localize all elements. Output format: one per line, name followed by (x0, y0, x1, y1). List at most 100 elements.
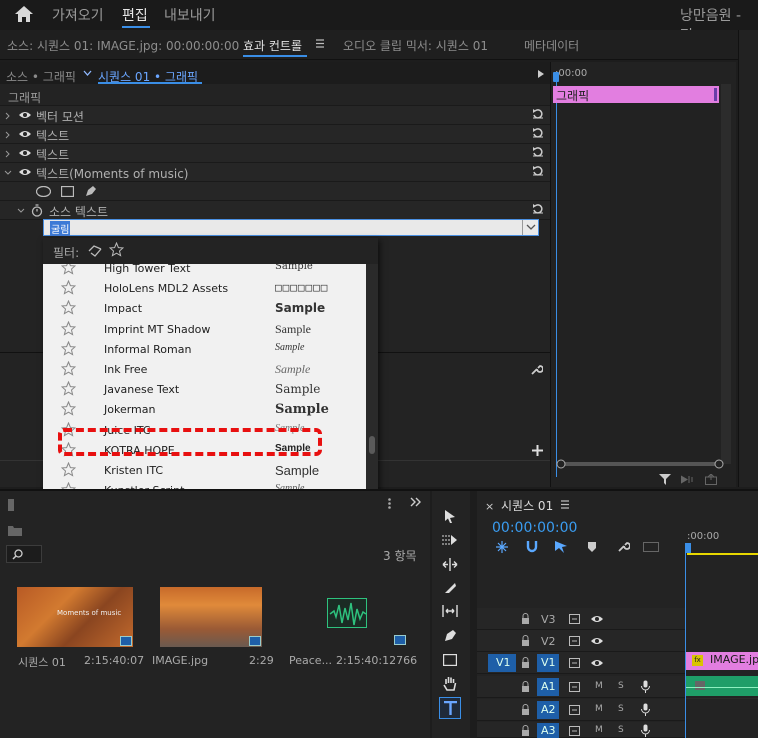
work-area-bar[interactable] (687, 553, 758, 555)
reset-icon[interactable] (532, 127, 544, 139)
favorite-star-icon[interactable] (61, 381, 76, 396)
graphic-clip-bar[interactable]: 그래픽 (553, 86, 719, 103)
export-icon[interactable] (705, 474, 717, 485)
playhead[interactable] (685, 543, 691, 553)
sequence-title[interactable]: 시퀀스 01 (501, 497, 553, 514)
solo-button[interactable]: S (618, 681, 624, 691)
selection-tool-icon[interactable] (444, 509, 456, 524)
filter-icon[interactable] (659, 474, 671, 485)
panel-options-icon[interactable] (388, 498, 391, 509)
track-label[interactable]: A1 (537, 678, 559, 696)
captions-icon[interactable] (643, 542, 659, 552)
effect-row-text-moments[interactable]: 텍스트(Moments of music) (0, 163, 550, 182)
chevron-down-icon[interactable] (522, 220, 538, 235)
favorite-star-icon[interactable] (61, 401, 76, 417)
track-label[interactable]: A3 (537, 723, 559, 738)
menu-export[interactable]: 내보내기 (164, 5, 216, 25)
eye-icon[interactable] (19, 149, 31, 157)
scroll-thumb[interactable] (369, 436, 375, 454)
favorite-filter-star-icon[interactable] (109, 242, 124, 257)
panel-menu-icon[interactable] (561, 500, 569, 509)
search-input[interactable] (6, 545, 42, 563)
pen-mask-icon[interactable] (84, 185, 97, 198)
font-list-item[interactable]: High Tower Text Sample (43, 264, 366, 278)
linked-selection-icon[interactable] (555, 541, 568, 553)
font-list-item[interactable]: Kristen ITC Sample (43, 460, 366, 480)
chevron-down-icon[interactable] (83, 70, 92, 76)
hand-tool-icon[interactable] (443, 676, 457, 691)
panel-menu-icon[interactable] (316, 39, 324, 48)
mute-button[interactable]: M (595, 681, 603, 691)
favorite-star-icon[interactable] (61, 264, 76, 275)
reset-icon[interactable] (532, 108, 544, 120)
font-list-item[interactable]: Impact Sample (43, 298, 366, 318)
rectangle-mask-icon[interactable] (61, 186, 74, 197)
pen-tool-icon[interactable] (443, 629, 457, 643)
sync-lock-icon[interactable] (569, 636, 580, 646)
lock-icon[interactable] (521, 681, 530, 692)
stopwatch-icon[interactable] (31, 204, 43, 217)
font-list-item[interactable]: Informal Roman Sample (43, 339, 366, 359)
eye-icon[interactable] (591, 659, 603, 667)
reset-icon[interactable] (532, 165, 544, 177)
eye-icon[interactable] (19, 130, 31, 138)
font-list-item[interactable]: Ink Free Sample (43, 359, 366, 379)
favorite-star-icon[interactable] (61, 300, 76, 316)
menu-edit[interactable]: 편집 (122, 5, 148, 25)
home-icon[interactable] (14, 5, 34, 23)
chevron-down-icon[interactable] (17, 208, 25, 213)
tab-effect-controls[interactable]: 효과 컨트롤 (243, 37, 302, 54)
eye-icon[interactable] (19, 111, 31, 119)
type-tool-button[interactable] (439, 697, 461, 719)
tab-metadata[interactable]: 메타데이터 (524, 37, 579, 54)
reset-icon[interactable] (532, 146, 544, 158)
favorite-star-icon[interactable] (61, 462, 76, 477)
chevron-right-icon[interactable] (5, 131, 10, 139)
favorite-star-icon[interactable] (61, 340, 76, 356)
lock-icon[interactable] (521, 635, 530, 646)
image-clip[interactable]: fx IMAGE.jpg (686, 652, 758, 670)
panel-tab-icon[interactable] (8, 499, 14, 511)
favorite-star-icon[interactable] (61, 361, 76, 376)
eye-icon[interactable] (19, 168, 31, 176)
more-panels-icon[interactable] (410, 497, 422, 507)
typekit-filter-icon[interactable] (88, 244, 102, 257)
microphone-icon[interactable] (641, 724, 650, 737)
solo-button[interactable]: S (618, 704, 624, 714)
track-label[interactable]: V3 (541, 613, 556, 626)
source-graphic-label[interactable]: 소스 • 그래픽 (6, 68, 76, 85)
chevron-down-icon[interactable] (4, 170, 12, 175)
chevron-right-icon[interactable] (5, 150, 10, 158)
eye-icon[interactable] (591, 637, 603, 645)
audio-thumbnail[interactable] (327, 598, 367, 628)
microphone-icon[interactable] (641, 680, 650, 693)
mute-button[interactable]: M (595, 725, 603, 735)
effect-row-vector-motion[interactable]: 벡터 모션 (0, 106, 550, 125)
solo-button[interactable]: S (618, 725, 624, 735)
play-triangle-icon[interactable] (538, 70, 544, 78)
slip-tool-icon[interactable] (442, 605, 458, 617)
magnet-icon[interactable] (526, 541, 538, 553)
snap-icon[interactable] (496, 541, 508, 553)
sequence-timecode[interactable]: 00:00:00:00 (492, 520, 577, 536)
mute-button[interactable]: M (595, 704, 603, 714)
favorite-star-icon[interactable] (61, 280, 76, 295)
eye-icon[interactable] (591, 615, 603, 623)
lock-icon[interactable] (521, 704, 530, 715)
tab-source[interactable]: 소스: 시퀀스 01: IMAGE.jpg: 00:00:00:00 (7, 37, 239, 54)
wrench-icon[interactable] (617, 540, 630, 553)
sync-lock-icon[interactable] (569, 614, 580, 624)
lock-icon[interactable] (521, 613, 530, 624)
track-label[interactable]: V2 (541, 635, 556, 648)
favorite-star-icon[interactable] (61, 320, 76, 336)
razor-tool-icon[interactable] (443, 581, 457, 595)
folder-icon[interactable] (8, 525, 22, 536)
image-thumbnail[interactable] (160, 587, 262, 647)
sync-lock-icon[interactable] (569, 726, 580, 736)
font-family-field[interactable]: 굴림 (43, 219, 539, 236)
font-list-item[interactable]: Javanese Text Sample (43, 379, 366, 399)
track-label[interactable]: A2 (537, 701, 559, 719)
sequence-thumbnail[interactable]: Moments of music (17, 587, 133, 647)
add-icon[interactable] (532, 445, 543, 456)
lock-icon[interactable] (521, 657, 530, 668)
